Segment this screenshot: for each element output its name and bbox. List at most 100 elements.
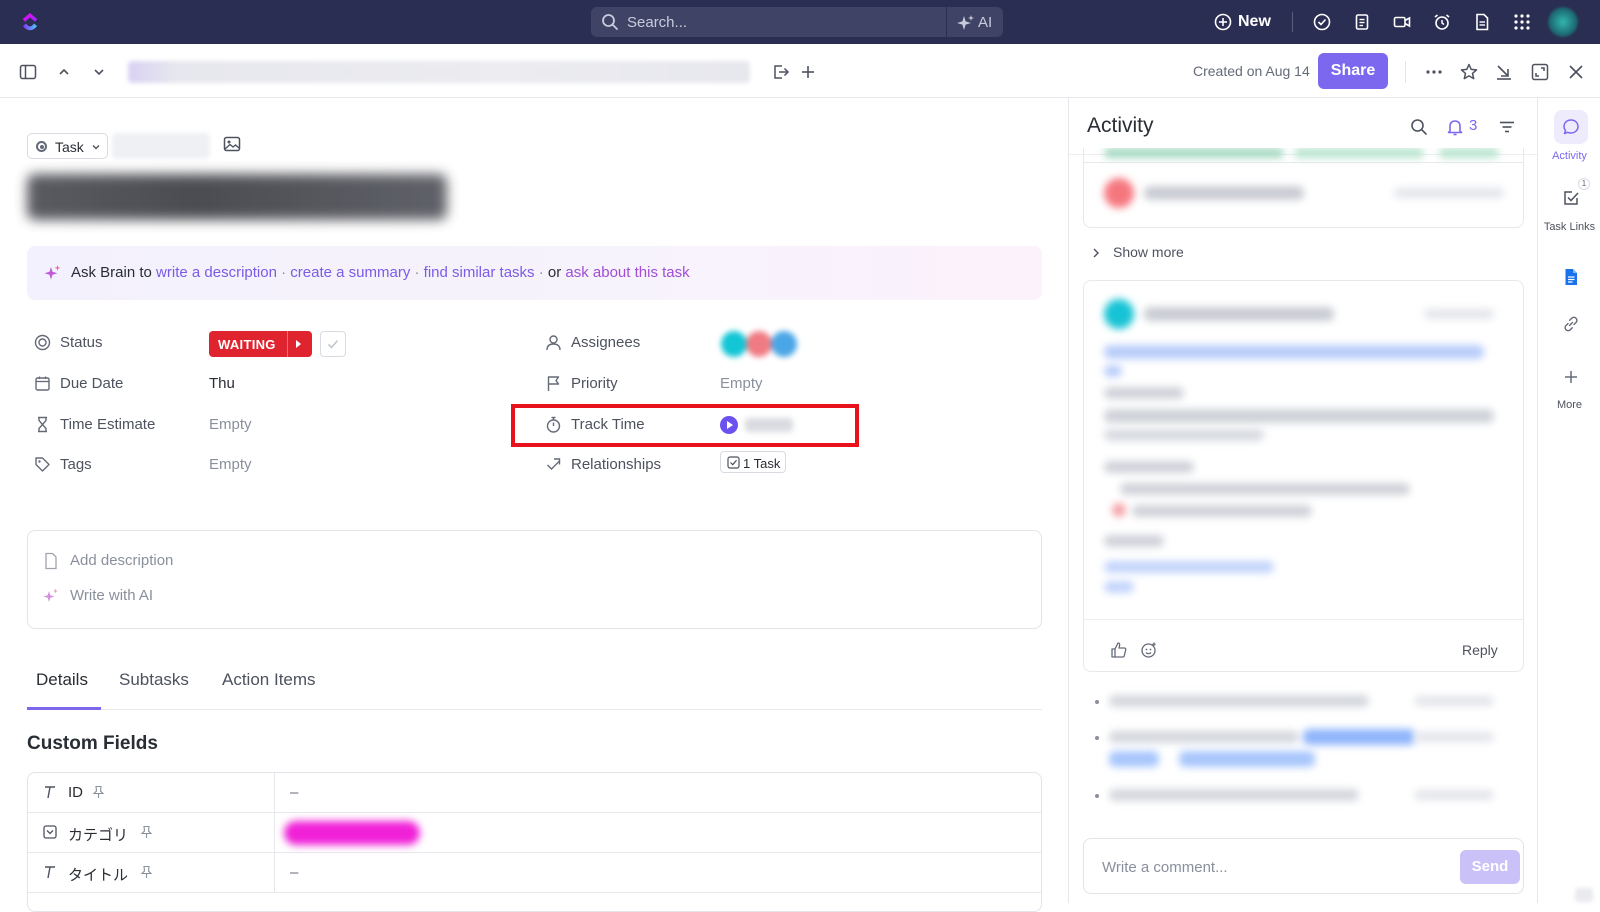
create-summary-link[interactable]: create a summary	[290, 264, 410, 281]
table-row[interactable]: タイトル –	[28, 853, 1041, 893]
chevron-right-icon	[1093, 248, 1099, 258]
add-icon[interactable]	[798, 62, 818, 82]
write-description-link[interactable]: write a description	[156, 264, 277, 281]
search-icon	[602, 14, 618, 30]
avatar	[1104, 178, 1134, 208]
send-button[interactable]: Send	[1460, 850, 1520, 884]
relationship-badge[interactable]: 1 Task	[720, 451, 786, 473]
document-icon[interactable]	[1472, 12, 1492, 32]
activity-tab-button[interactable]	[1554, 110, 1588, 144]
comment-placeholder: Write a comment...	[1102, 859, 1228, 876]
active-tab-indicator	[27, 707, 101, 710]
text-type-icon	[45, 866, 55, 879]
star-icon[interactable]	[1459, 62, 1479, 82]
table-row[interactable]: カテゴリ	[28, 813, 1041, 853]
close-icon[interactable]	[1566, 62, 1586, 82]
due-date-value[interactable]: Thu	[209, 375, 235, 392]
avatar[interactable]	[721, 331, 747, 357]
tags-value[interactable]: Empty	[209, 456, 252, 473]
task-links-rail-label[interactable]: Task Links	[1538, 221, 1600, 233]
complete-checkbox[interactable]	[320, 331, 346, 357]
user-avatar[interactable]	[1548, 7, 1578, 37]
avatar[interactable]	[746, 331, 772, 357]
status-icon	[34, 334, 51, 351]
task-check-icon	[1564, 191, 1579, 205]
category-tag[interactable]	[284, 821, 420, 845]
search-icon[interactable]	[1409, 117, 1429, 137]
filter-icon[interactable]	[1497, 117, 1517, 137]
activity-item	[1109, 731, 1299, 743]
docs-button[interactable]	[1554, 260, 1588, 294]
time-estimate-value[interactable]: Empty	[209, 416, 252, 433]
chevron-down-icon[interactable]	[89, 62, 109, 82]
clickup-logo[interactable]	[20, 12, 40, 32]
avatar[interactable]	[771, 331, 797, 357]
more-button[interactable]	[1554, 360, 1588, 394]
task-header-bar: Created on Aug 14 Share	[0, 44, 1600, 98]
tab-subtasks[interactable]: Subtasks	[119, 670, 189, 690]
scroll-indicator[interactable]	[1575, 888, 1593, 902]
search-placeholder: Search...	[627, 14, 688, 31]
add-reaction-icon[interactable]	[1140, 641, 1158, 659]
custom-field-value[interactable]: –	[290, 864, 298, 881]
custom-field-name: タイトル	[68, 867, 129, 884]
share-button[interactable]: Share	[1318, 53, 1388, 89]
sidebar-toggle-icon[interactable]	[18, 62, 38, 82]
chevron-down-icon	[92, 145, 100, 150]
table-row[interactable]: ID –	[28, 773, 1041, 813]
more-rail-label[interactable]: More	[1538, 399, 1600, 411]
task-links-count-badge: 1	[1578, 178, 1590, 190]
description-box[interactable]: Add description Write with AI	[27, 530, 1042, 629]
highlight-box	[511, 404, 859, 447]
ask-brain-prefix: Ask Brain to	[71, 264, 152, 281]
assignee-avatars[interactable]	[713, 327, 805, 359]
tab-details[interactable]: Details	[36, 670, 88, 690]
notepad-icon[interactable]	[1352, 12, 1372, 32]
assignees-label: Assignees	[571, 334, 641, 351]
pin-icon[interactable]	[140, 865, 153, 879]
video-icon[interactable]	[1392, 12, 1412, 32]
apps-grid-icon[interactable]	[1512, 12, 1532, 32]
chevron-up-icon[interactable]	[54, 62, 74, 82]
custom-field-value[interactable]: –	[290, 784, 298, 801]
image-icon[interactable]	[222, 134, 242, 154]
tab-action-items[interactable]: Action Items	[222, 670, 316, 690]
link-icon	[1564, 316, 1578, 332]
ai-button[interactable]: AI	[947, 7, 1003, 37]
task-type-selector[interactable]: Task	[27, 133, 108, 159]
more-options-icon[interactable]	[1424, 62, 1444, 82]
activity-item	[1109, 695, 1369, 707]
ai-sparkle-icon	[43, 588, 58, 602]
notification-count[interactable]: 3	[1469, 117, 1477, 134]
next-status-arrow-icon[interactable]	[296, 340, 301, 348]
status-dropdown[interactable]: WAITING	[209, 331, 312, 357]
move-task-icon[interactable]	[771, 62, 791, 82]
search-input[interactable]: Search...	[591, 7, 946, 37]
task-title[interactable]	[27, 174, 447, 220]
activity-rail-label[interactable]: Activity	[1538, 150, 1600, 162]
custom-field-name: ID	[68, 784, 83, 801]
breadcrumb[interactable]	[128, 61, 750, 83]
custom-fields-heading: Custom Fields	[27, 733, 158, 754]
tags-label: Tags	[60, 456, 92, 473]
expand-icon[interactable]	[1530, 62, 1550, 82]
minimize-icon[interactable]	[1494, 62, 1514, 82]
pin-icon[interactable]	[140, 825, 153, 839]
check-circle-icon[interactable]	[1312, 12, 1332, 32]
find-similar-tasks-link[interactable]: find similar tasks	[424, 264, 535, 281]
task-type-label: Task	[55, 139, 84, 155]
activity-panel: Activity 3 Show more Reply Write a comme…	[1068, 98, 1537, 903]
alarm-clock-icon[interactable]	[1432, 12, 1452, 32]
text-type-icon	[45, 786, 55, 799]
comment-input[interactable]: Write a comment... Send	[1083, 838, 1524, 894]
thumbs-up-icon[interactable]	[1110, 641, 1128, 659]
reply-button[interactable]: Reply	[1462, 642, 1498, 658]
ask-about-task-link[interactable]: ask about this task	[565, 264, 689, 281]
hourglass-icon	[38, 416, 47, 433]
ask-brain-or: or	[547, 264, 562, 281]
pin-icon[interactable]	[92, 785, 105, 799]
task-id-badge[interactable]	[112, 133, 210, 159]
bell-icon[interactable]	[1445, 117, 1465, 137]
priority-value[interactable]: Empty	[720, 375, 763, 392]
links-button[interactable]	[1554, 307, 1588, 341]
